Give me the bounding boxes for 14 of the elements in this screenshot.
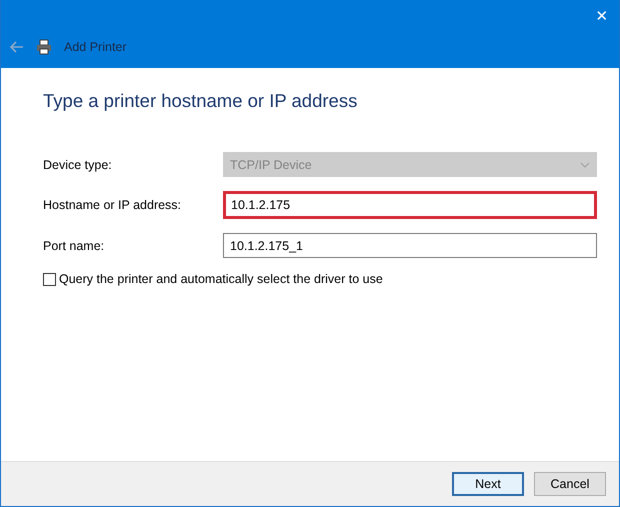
field-label: Port name: — [43, 238, 106, 252]
cancel-button[interactable]: Cancel — [534, 472, 606, 496]
field-label: Hostname or IP address: — [43, 198, 182, 212]
printer-icon — [36, 39, 52, 55]
close-button[interactable]: ✕ — [585, 7, 619, 25]
input-field[interactable]: 10.1.2.175 — [223, 191, 597, 219]
chevron-down-icon — [580, 162, 590, 168]
window-title: Add Printer — [64, 40, 127, 54]
input-field[interactable]: 10.1.2.175_1 — [223, 233, 597, 258]
checkbox[interactable] — [43, 272, 56, 286]
page-heading: Type a printer hostname or IP address — [43, 90, 358, 112]
field-label: Device type: — [43, 158, 113, 172]
checkbox-label: Query the printer and automatically select the driver to use — [59, 272, 383, 286]
next-button[interactable]: Next — [452, 472, 524, 496]
